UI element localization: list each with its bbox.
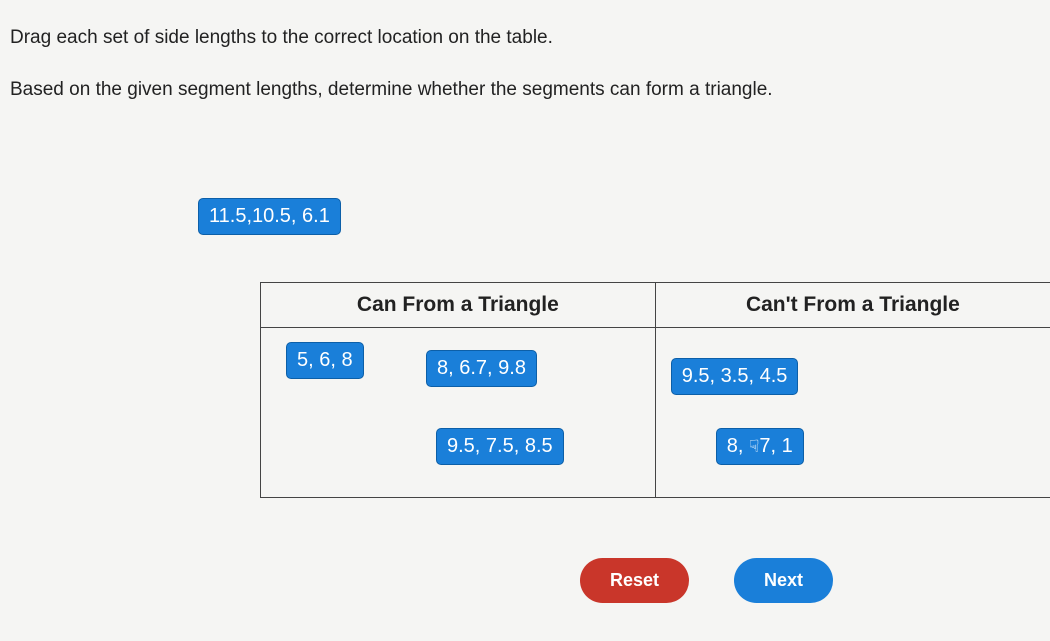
draggable-chip-with-cursor[interactable]: 8, ☟7, 1 bbox=[716, 428, 804, 465]
reset-button[interactable]: Reset bbox=[580, 558, 689, 603]
draggable-chip[interactable]: 8, 6.7, 9.8 bbox=[426, 350, 537, 387]
chip-text-suffix: 7, 1 bbox=[759, 435, 792, 457]
chip-text-prefix: 8, bbox=[727, 435, 749, 457]
draggable-chip[interactable]: 9.5, 7.5, 8.5 bbox=[436, 428, 564, 465]
drop-zone-cant[interactable]: 9.5, 3.5, 4.5 8, ☟7, 1 bbox=[655, 328, 1050, 498]
hand-cursor-icon: ☟ bbox=[749, 438, 759, 455]
instructions-block: Drag each set of side lengths to the cor… bbox=[10, 25, 1050, 103]
drop-zone-can[interactable]: 5, 6, 8 8, 6.7, 9.8 9.5, 7.5, 8.5 bbox=[261, 328, 656, 498]
button-row: Reset Next bbox=[580, 558, 833, 603]
draggable-chip[interactable]: 9.5, 3.5, 4.5 bbox=[671, 358, 799, 395]
draggable-chip[interactable]: 5, 6, 8 bbox=[286, 342, 364, 379]
header-cant-form: Can't From a Triangle bbox=[655, 283, 1050, 328]
instruction-line-2: Based on the given segment lengths, dete… bbox=[10, 77, 1050, 104]
sorting-table: Can From a Triangle Can't From a Triangl… bbox=[260, 282, 1050, 498]
next-button[interactable]: Next bbox=[734, 558, 833, 603]
instruction-line-1: Drag each set of side lengths to the cor… bbox=[10, 25, 1050, 52]
header-can-form: Can From a Triangle bbox=[261, 283, 656, 328]
draggable-chip-free[interactable]: 11.5,10.5, 6.1 bbox=[198, 198, 341, 235]
